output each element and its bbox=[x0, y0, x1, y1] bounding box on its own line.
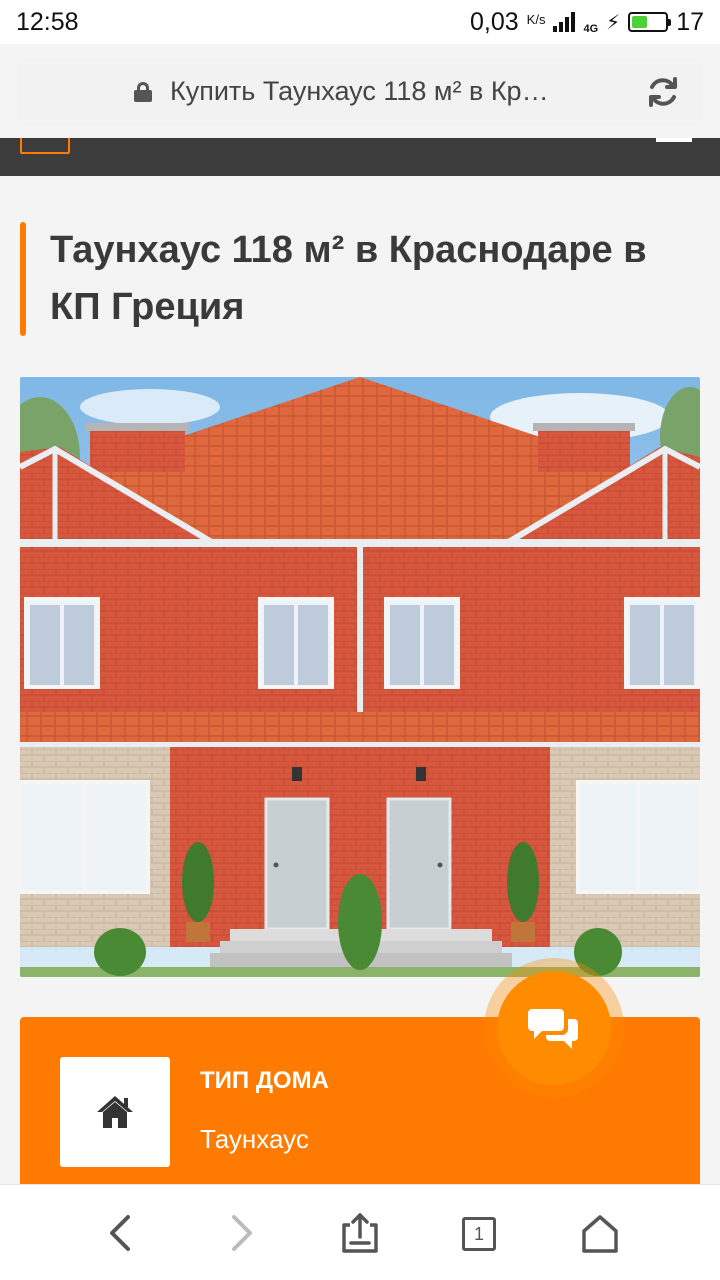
site-logo[interactable] bbox=[20, 138, 70, 154]
title-accent-bar bbox=[20, 222, 26, 336]
network-speed-unit: K/s bbox=[526, 11, 546, 27]
page-title-in-address-bar[interactable]: Купить Таунхаус 118 м² в Кр… bbox=[170, 76, 549, 107]
home-button[interactable] bbox=[576, 1209, 624, 1257]
house-type-value: Таунхаус bbox=[200, 1124, 309, 1154]
forward-icon bbox=[232, 1215, 252, 1251]
tabs-button[interactable]: 1 bbox=[462, 1217, 496, 1251]
back-button[interactable] bbox=[96, 1209, 144, 1257]
status-time: 12:58 bbox=[16, 7, 79, 36]
townhouse-illustration bbox=[20, 377, 700, 977]
screen: 12:58 0,03 K/s 4G ⚡ 17 Купить Таунхаус 1… bbox=[0, 0, 720, 1280]
battery-icon bbox=[628, 12, 672, 32]
menu-icon[interactable] bbox=[656, 138, 692, 142]
share-button[interactable] bbox=[336, 1209, 384, 1257]
forward-button[interactable] bbox=[218, 1209, 266, 1257]
townhouse-photo[interactable] bbox=[20, 377, 700, 977]
chat-button[interactable] bbox=[497, 971, 611, 1085]
battery-level bbox=[632, 16, 647, 28]
reload-icon[interactable] bbox=[645, 74, 681, 110]
house-icon bbox=[60, 1057, 170, 1167]
address-bar[interactable]: Купить Таунхаус 118 м² в Кр… bbox=[17, 58, 703, 126]
battery-percent: 17 bbox=[676, 7, 704, 36]
home-icon bbox=[582, 1215, 618, 1253]
lock-icon bbox=[134, 82, 152, 102]
network-speed: 0,03 bbox=[469, 7, 519, 36]
page-title: Таунхаус 118 м² в Краснодаре в КП Греция bbox=[50, 229, 647, 328]
site-header bbox=[0, 138, 720, 176]
share-icon bbox=[342, 1213, 378, 1253]
status-bar: 12:58 0,03 K/s 4G ⚡ 17 bbox=[0, 0, 720, 44]
charging-icon: ⚡ bbox=[606, 11, 621, 34]
status-indicators: 0,03 K/s 4G ⚡ 17 bbox=[470, 8, 704, 37]
house-type-label: ТИП ДОМА bbox=[200, 1067, 329, 1094]
browser-bottom-bar: 1 bbox=[0, 1184, 720, 1280]
chat-icon bbox=[528, 1009, 578, 1049]
back-icon bbox=[110, 1215, 130, 1251]
network-type: 4G bbox=[583, 22, 599, 35]
signal-icon bbox=[553, 12, 576, 32]
